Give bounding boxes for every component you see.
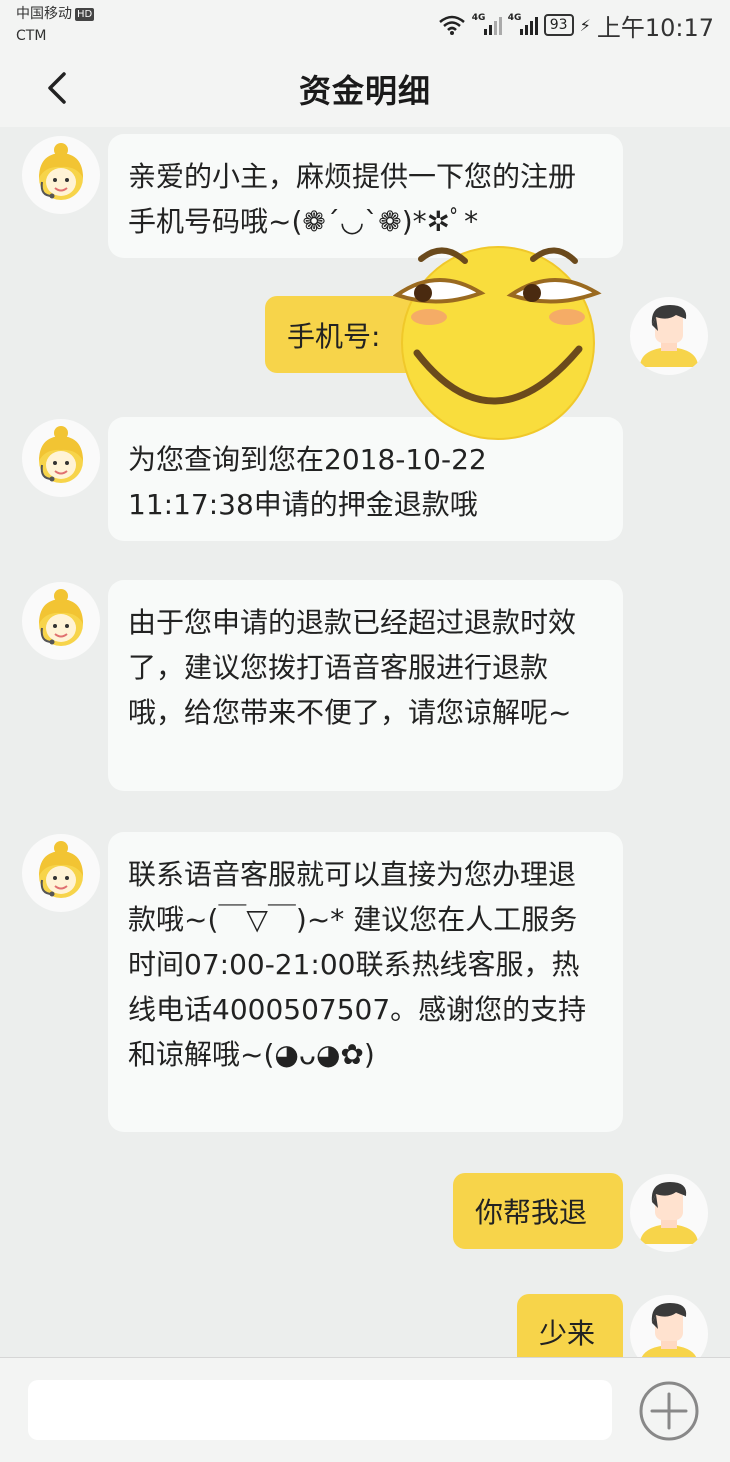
plus-circle-icon[interactable] (638, 1380, 700, 1442)
clock: 上午10:17 (596, 13, 714, 42)
network-type-1: 4G (471, 13, 486, 23)
user-message: 少来 (517, 1294, 623, 1357)
carrier-name: 中国移动 (16, 6, 72, 22)
signal-icon-1: 4G (471, 13, 502, 35)
agent-message: 由于您申请的退款已经超过退款时效了，建议您拨打语音客服进行退款哦，给您带来不便了… (108, 580, 623, 791)
agent-message: 联系语音客服就可以直接为您办理退款哦~(￣▽￣)~* 建议您在人工服务时间07:… (108, 832, 623, 1132)
battery-icon: 93 (543, 14, 574, 36)
secondary-carrier: CTM (16, 28, 47, 44)
carrier-label: 中国移动 HD (16, 5, 95, 23)
hd-badge: HD (75, 8, 95, 21)
network-type-2: 4G (507, 13, 522, 23)
user-message: 你帮我退 (453, 1173, 623, 1249)
page-title: 资金明细 (298, 72, 431, 110)
chat-list[interactable]: 亲爱的小主，麻烦提供一下您的注册手机号码哦~(❁´◡`❁)*✲ﾟ* 手机号: 为… (0, 127, 730, 1357)
input-bar (0, 1357, 730, 1462)
agent-avatar (22, 582, 100, 660)
message-input[interactable] (28, 1380, 612, 1440)
user-avatar (630, 1174, 708, 1252)
signal-icon-2: 4G (507, 13, 538, 35)
agent-avatar (22, 136, 100, 214)
user-avatar (630, 1295, 708, 1357)
status-bar: 中国移动 HD CTM 4G 4G 93 ⚡ 上午10:17 (0, 0, 730, 50)
wifi-icon (438, 15, 465, 35)
smirk-emoji-sticker (393, 246, 602, 440)
agent-avatar (22, 419, 100, 497)
header-bar: 资金明细 (0, 50, 730, 127)
status-icons: 4G 4G 93 ⚡ 上午10:17 (438, 10, 714, 42)
agent-avatar (22, 834, 100, 912)
user-avatar (630, 297, 708, 375)
charging-icon: ⚡ (579, 15, 591, 35)
